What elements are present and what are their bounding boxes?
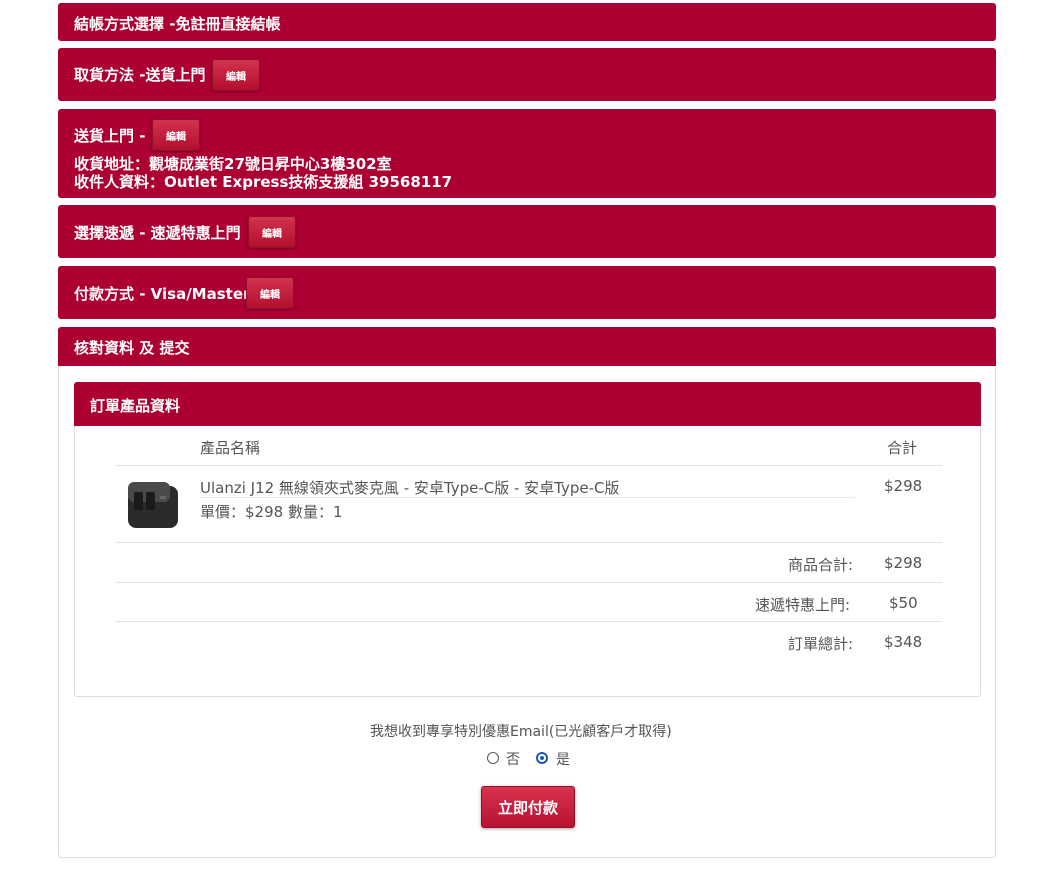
courier-title: 選擇速遞 - 速遞特惠上門 (74, 224, 241, 242)
review-title: 核對資料 及 提交 (74, 339, 190, 357)
review-bar: 核對資料 及 提交 (58, 327, 996, 366)
edit-courier-button[interactable]: 編輯 (248, 216, 296, 248)
radio-no-label: 否 (506, 752, 520, 768)
checkout-method-bar: 結帳方式選擇 -免註冊直接結帳 (58, 3, 996, 41)
review-panel: 核對資料 及 提交 訂單產品資料 產品名稱 合計 Ulanzi J12 無線領夾… (58, 327, 996, 858)
subtotal-label: 商品合計: (788, 556, 854, 574)
col-header-name: 產品名稱 (200, 439, 261, 457)
pickup-method-bar: 取貨方法 -送貨上門 編輯 (58, 48, 996, 101)
subtotal-value: $298 (884, 554, 923, 572)
divider (115, 465, 942, 466)
edit-payment-button[interactable]: 編輯 (246, 277, 294, 309)
grand-total-label: 訂單總計: (788, 635, 854, 653)
radio-yes[interactable] (536, 752, 548, 764)
divider (115, 621, 942, 622)
divider (115, 582, 942, 583)
checkout-method-title: 結帳方式選擇 -免註冊直接結帳 (74, 15, 281, 33)
shipping-label: 速遞特惠上門: (755, 596, 851, 614)
delivery-recipient: 收件人資料：Outlet Express技術支援組 39568117 (74, 173, 453, 191)
product-name-underline (200, 497, 855, 498)
col-header-total: 合計 (887, 439, 918, 457)
radio-yes-label: 是 (556, 752, 570, 768)
divider (115, 542, 942, 543)
edit-pickup-button[interactable]: 編輯 (212, 59, 260, 91)
payment-bar: 付款方式 - Visa/Master 編輯 (58, 266, 996, 319)
shipping-value: $50 (889, 594, 918, 612)
radio-no[interactable] (487, 752, 499, 764)
pay-now-button[interactable]: 立即付款 (481, 786, 575, 828)
email-opt-question: 我想收到專享特別優惠Email(已光顧客戶才取得) (370, 724, 672, 740)
order-panel-header: 訂單產品資料 (74, 382, 981, 426)
pickup-method-title: 取貨方法 -送貨上門 (74, 66, 206, 84)
product-unit-qty: 單價：$298 數量：1 (200, 503, 343, 521)
order-panel-title: 訂單產品資料 (90, 397, 181, 415)
delivery-title: 送貨上門 - (74, 127, 146, 145)
order-panel: 訂單產品資料 產品名稱 合計 Ulanzi J12 無線領夾式麥克風 - 安卓T… (74, 382, 981, 697)
courier-bar: 選擇速遞 - 速遞特惠上門 編輯 (58, 205, 996, 258)
payment-title: 付款方式 - Visa/Master (74, 285, 251, 303)
product-name[interactable]: Ulanzi J12 無線領夾式麥克風 - 安卓Type-C版 - 安卓Type… (200, 477, 620, 498)
product-total: $298 (884, 477, 923, 495)
grand-total-value: $348 (884, 633, 923, 651)
edit-delivery-button[interactable]: 編輯 (152, 119, 200, 151)
product-thumbnail (128, 482, 178, 528)
delivery-bar: 送貨上門 - 編輯 收貨地址：觀塘成業街27號日昇中心3樓302室 收件人資料：… (58, 109, 996, 198)
